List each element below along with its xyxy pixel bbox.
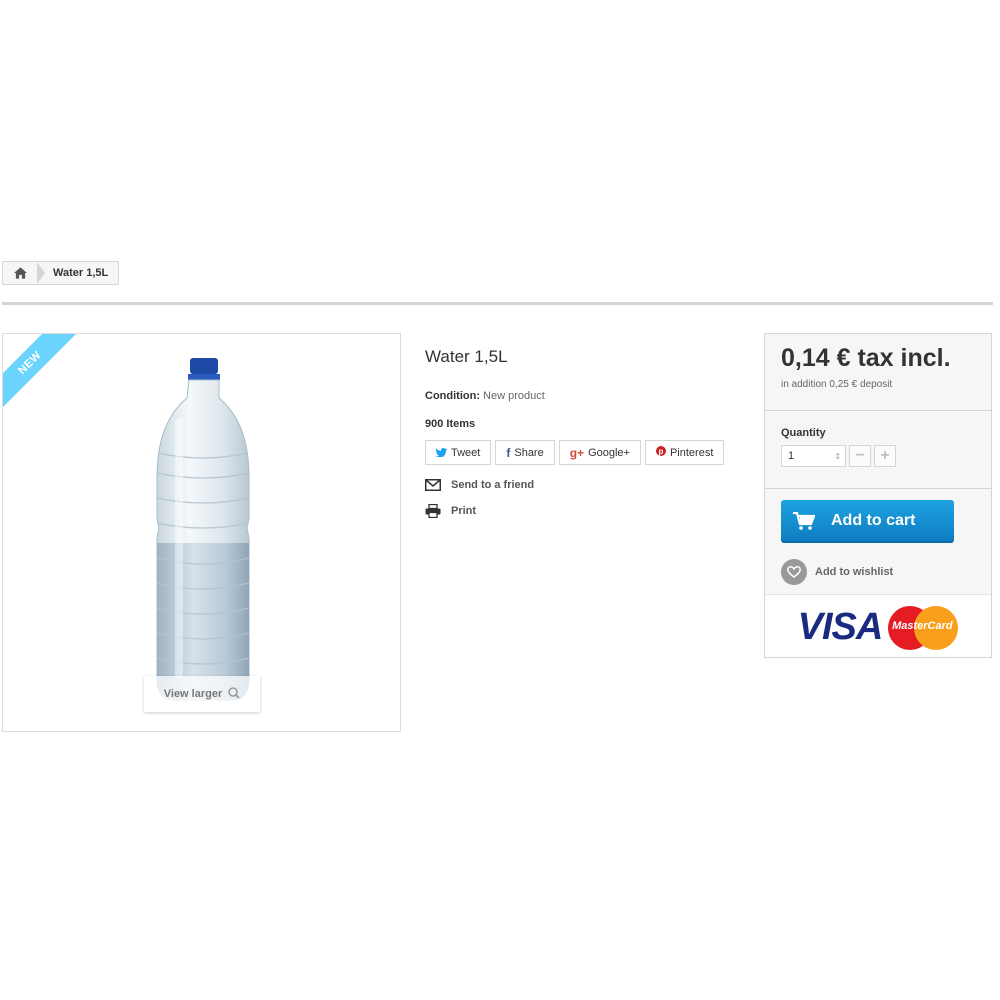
- pinterest-icon: p: [655, 446, 666, 459]
- send-to-friend-link[interactable]: Send to a friend: [425, 479, 534, 491]
- minus-icon: −: [855, 447, 865, 464]
- product-price: 0,14 € tax incl.: [781, 344, 951, 372]
- zoom-icon: [228, 686, 240, 702]
- breadcrumb-current: Water 1,5L: [53, 267, 109, 279]
- plus-icon: +: [880, 447, 890, 464]
- print-label: Print: [451, 505, 477, 517]
- buy-box: 0,14 € tax incl. in addition 0,25 € depo…: [764, 333, 992, 658]
- mastercard-logo: MasterCard: [886, 605, 959, 650]
- product-image-panel[interactable]: NEW View larger: [2, 333, 401, 732]
- quantity-label: Quantity: [781, 427, 826, 439]
- price-section: 0,14 € tax incl. in addition 0,25 € depo…: [765, 334, 991, 411]
- product-title: Water 1,5L: [425, 347, 508, 366]
- quantity-section: Quantity 1 ⇕ − +: [765, 411, 991, 489]
- add-to-wishlist-label: Add to wishlist: [815, 566, 894, 578]
- breadcrumb-separator: [37, 262, 45, 284]
- quantity-input[interactable]: 1 ⇕: [781, 445, 846, 467]
- add-to-wishlist-link[interactable]: Add to wishlist: [781, 559, 991, 585]
- add-to-cart-label: Add to cart: [831, 511, 916, 529]
- add-to-cart-button[interactable]: Add to cart: [781, 500, 954, 543]
- facebook-share-button[interactable]: f Share: [495, 440, 555, 465]
- google-plus-icon: g+: [569, 445, 585, 460]
- home-icon: [13, 267, 27, 279]
- share-label: Share: [514, 446, 544, 459]
- pinterest-button[interactable]: p Pinterest: [644, 440, 725, 465]
- facebook-icon: f: [506, 445, 511, 460]
- view-larger-button[interactable]: View larger: [144, 676, 260, 712]
- divider: [2, 302, 993, 305]
- tweet-button[interactable]: Tweet: [425, 440, 492, 465]
- pinterest-label: Pinterest: [669, 446, 714, 459]
- water-bottle-image: [156, 358, 250, 701]
- payment-logos: VISA MasterCard: [765, 594, 991, 660]
- social-share-bar: Tweet f Share g+ Google+ p Pinterest: [425, 440, 725, 465]
- deposit-note: in addition 0,25 € deposit: [781, 379, 893, 390]
- cart-section: Add to cart Add to wishlist: [765, 489, 991, 594]
- breadcrumb-home[interactable]: [3, 262, 37, 284]
- quantity-controls: 1 ⇕ − +: [781, 445, 991, 467]
- twitter-icon: [435, 446, 447, 460]
- condition-label: Condition:: [425, 390, 480, 402]
- product-condition: Condition: New product: [425, 390, 545, 402]
- svg-text:p: p: [659, 447, 664, 456]
- envelope-icon: [425, 479, 441, 491]
- quantity-increase-button[interactable]: +: [874, 445, 896, 467]
- send-to-friend-label: Send to a friend: [451, 479, 535, 491]
- view-larger-label: View larger: [163, 688, 223, 700]
- stock-count: 900 Items: [425, 418, 476, 430]
- google-plus-button[interactable]: g+ Google+: [558, 440, 641, 465]
- breadcrumb: Water 1,5L: [2, 261, 120, 285]
- heart-icon: [781, 559, 807, 585]
- quantity-decrease-button[interactable]: −: [849, 445, 871, 467]
- print-link[interactable]: Print: [425, 504, 476, 518]
- cart-icon: [793, 511, 815, 530]
- printer-icon: [425, 504, 441, 518]
- visa-logo: VISA: [797, 606, 884, 648]
- condition-value: New product: [483, 390, 545, 402]
- mastercard-text: MasterCard: [892, 619, 953, 632]
- quantity-value: 1: [788, 450, 795, 462]
- tweet-label: Tweet: [451, 446, 481, 459]
- new-badge: NEW: [3, 334, 78, 411]
- spinner-icon[interactable]: ⇕: [834, 452, 845, 461]
- google-plus-label: Google+: [588, 446, 630, 459]
